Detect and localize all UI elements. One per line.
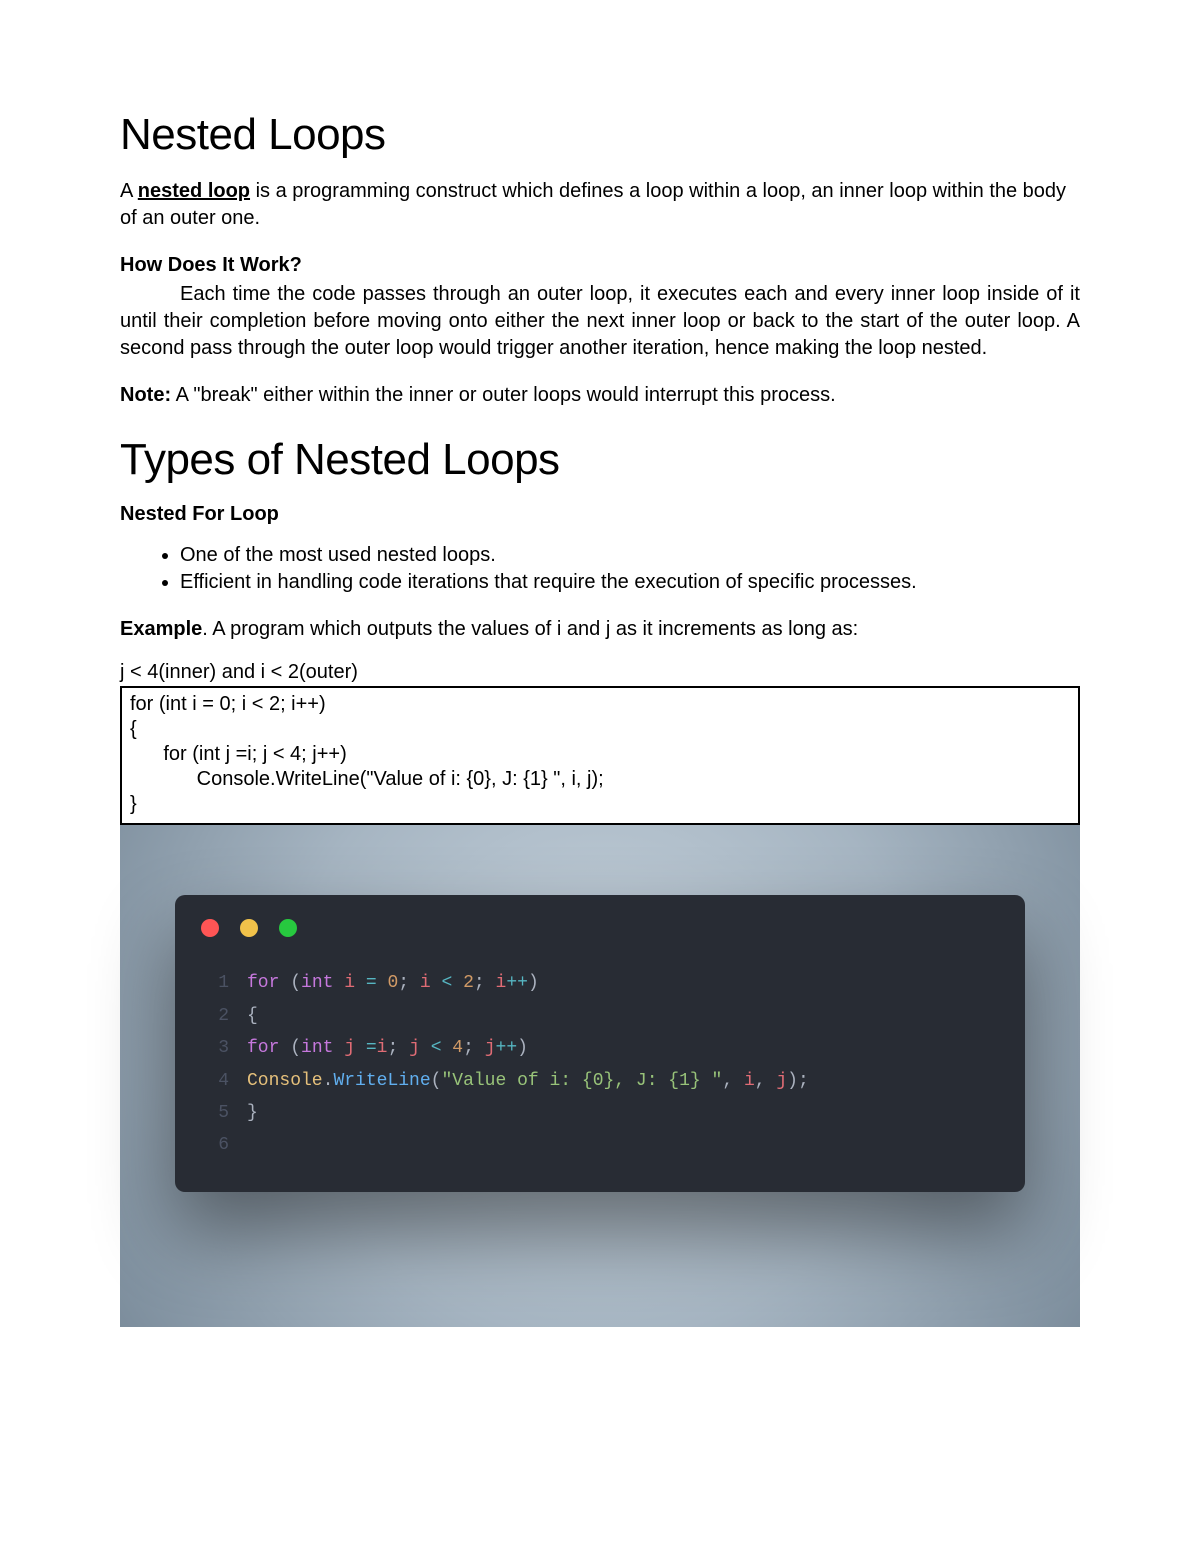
note-label: Note: [120,384,171,406]
intro-paragraph: A nested loop is a programming construct… [120,178,1080,232]
line-number: 4 [201,1065,229,1097]
code-line-1: 1 for (int i = 0; i < 2; i++) [201,967,999,999]
plain-code-block: for (int i = 0; i < 2; i++) { for (int j… [120,686,1080,825]
code-line-4: 4 Console.WriteLine("Value of i: {0}, J:… [201,1065,999,1097]
code-text: for (int i = 0; i < 2; i++) [247,967,539,999]
document-page: Nested Loops A nested loop is a programm… [0,0,1200,1527]
example-line-1: Example. A program which outputs the val… [120,618,1080,641]
line-number: 1 [201,967,229,999]
line-number: 2 [201,1000,229,1032]
terminal-window: 1 for (int i = 0; i < 2; i++) 2 { 3 for … [175,895,1025,1192]
code-text: Console.WriteLine("Value of i: {0}, J: {… [247,1065,809,1097]
terminal-screenshot-wrap: 1 for (int i = 0; i < 2; i++) 2 { 3 for … [120,825,1080,1327]
subheading-how: How Does It Work? [120,254,1080,277]
list-item: One of the most used nested loops. [180,544,1080,567]
note-paragraph: Note: A "break" either within the inner … [120,384,1080,407]
window-controls [201,917,999,949]
line-number: 3 [201,1032,229,1064]
code-text: } [247,1097,258,1129]
code-text: { [247,1000,258,1032]
code-text: for (int j =i; j < 4; j++) [247,1032,528,1064]
code-line-6: 6 [201,1129,999,1161]
note-text: A "break" either within the inner or out… [171,384,836,406]
heading-nested-loops: Nested Loops [120,110,1080,160]
code-line-2: 2 { [201,1000,999,1032]
example-line-2: j < 4(inner) and i < 2(outer) [120,661,1080,684]
bullet-list: One of the most used nested loops. Effic… [120,544,1080,594]
maximize-icon [279,919,297,937]
subheading-nested-for: Nested For Loop [120,503,1080,526]
how-paragraph: Each time the code passes through an out… [120,281,1080,362]
code-line-5: 5 } [201,1097,999,1129]
intro-term: nested loop [138,180,250,202]
heading-types: Types of Nested Loops [120,435,1080,485]
minimize-icon [240,919,258,937]
code-line-3: 3 for (int j =i; j < 4; j++) [201,1032,999,1064]
list-item: Efficient in handling code iterations th… [180,571,1080,594]
close-icon [201,919,219,937]
example-text-1: . A program which outputs the values of … [202,618,858,640]
intro-pre: A [120,180,138,202]
example-label: Example [120,618,202,640]
line-number: 6 [201,1129,229,1161]
intro-post: is a programming construct which defines… [120,180,1066,229]
line-number: 5 [201,1097,229,1129]
